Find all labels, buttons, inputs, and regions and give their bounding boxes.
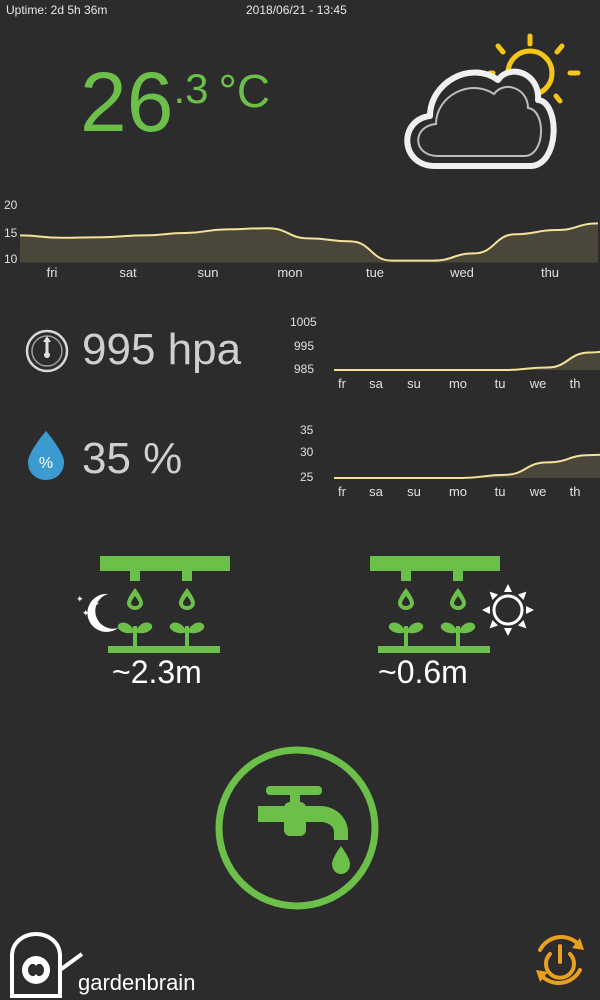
temperature-fraction: .3 bbox=[173, 65, 209, 112]
brand-name: gardenbrain bbox=[78, 970, 196, 995]
temperature-chart: 20 15 10 fri sat sun mon tue wed thu bbox=[4, 198, 599, 280]
y-tick-25: 25 bbox=[300, 470, 314, 484]
barometer-icon bbox=[25, 329, 69, 373]
x-tick-fr: fr bbox=[338, 484, 347, 499]
partly-sunny-icon bbox=[404, 33, 581, 169]
x-tick-wed: wed bbox=[449, 265, 474, 280]
x-tick-th: th bbox=[570, 376, 581, 391]
svg-text:✦: ✦ bbox=[82, 608, 90, 618]
y-tick-985: 985 bbox=[294, 362, 314, 376]
x-tick-we: we bbox=[529, 484, 547, 499]
water-tap-icon bbox=[258, 786, 350, 874]
night-irrigation-icon[interactable]: ✦ ✦ ✦ bbox=[72, 552, 242, 657]
y-tick-1005: 1005 bbox=[290, 315, 317, 329]
x-tick-sa: sa bbox=[369, 484, 384, 499]
x-tick-fr: fr bbox=[338, 376, 347, 391]
temperature-unit: °C bbox=[218, 65, 271, 117]
day-irrigation-icon[interactable] bbox=[368, 552, 538, 657]
x-tick-we: we bbox=[529, 376, 547, 391]
humidity-drop-icon: % bbox=[28, 431, 64, 480]
day-irrigation-duration: ~0.6m bbox=[378, 654, 468, 690]
svg-text:✦: ✦ bbox=[76, 594, 84, 604]
y-tick-995: 995 bbox=[294, 339, 314, 353]
current-temperature: 26.3 °C bbox=[80, 60, 270, 144]
humidity-reading: 35 % bbox=[82, 434, 183, 483]
x-tick-sun: sun bbox=[198, 265, 219, 280]
x-tick-thu: thu bbox=[541, 265, 559, 280]
temperature-area bbox=[20, 223, 598, 263]
y-tick-35: 35 bbox=[300, 423, 314, 437]
pressure-reading: 995 hpa bbox=[82, 325, 242, 374]
x-tick-sa: sa bbox=[369, 376, 384, 391]
x-tick-mon: mon bbox=[277, 265, 302, 280]
y-tick-20: 20 bbox=[4, 198, 18, 212]
x-tick-th: th bbox=[570, 484, 581, 499]
x-tick-mo: mo bbox=[449, 484, 467, 499]
pressure-line bbox=[334, 350, 600, 371]
datetime-label: 2018/06/21 - 13:45 bbox=[246, 3, 347, 17]
power-button[interactable] bbox=[528, 928, 592, 992]
svg-text:✦: ✦ bbox=[90, 597, 100, 611]
x-tick-tue: tue bbox=[366, 265, 384, 280]
x-tick-mo: mo bbox=[449, 376, 467, 391]
humidity-area bbox=[334, 454, 600, 478]
water-now-button[interactable] bbox=[208, 742, 386, 914]
night-irrigation-duration: ~2.3m bbox=[112, 654, 202, 690]
x-tick-tu: tu bbox=[495, 376, 506, 391]
y-tick-15: 15 bbox=[4, 226, 18, 240]
y-tick-30: 30 bbox=[300, 445, 314, 459]
humidity-chart: 35 30 25 fr sa su mo tu we th bbox=[300, 423, 600, 499]
x-tick-sat: sat bbox=[119, 265, 137, 280]
pressure-chart: 1005 995 985 fr sa su mo tu we th bbox=[290, 315, 600, 391]
x-tick-tu: tu bbox=[495, 484, 506, 499]
y-tick-10: 10 bbox=[4, 252, 18, 266]
x-tick-fri: fri bbox=[47, 265, 58, 280]
x-tick-su: su bbox=[407, 376, 421, 391]
pressure-area bbox=[334, 351, 600, 370]
x-tick-su: su bbox=[407, 484, 421, 499]
temperature-integer: 26 bbox=[80, 55, 174, 149]
uptime-label: Uptime: 2d 5h 36m bbox=[6, 3, 108, 17]
humidity-percent-glyph: % bbox=[39, 455, 53, 472]
